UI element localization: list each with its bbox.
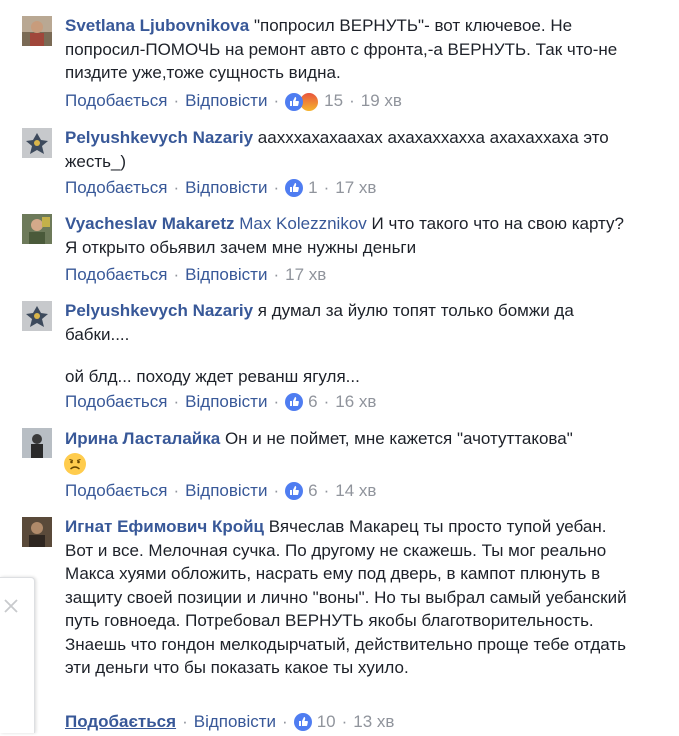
avatar[interactable] xyxy=(22,128,52,158)
reaction-count[interactable]: 15 xyxy=(324,91,343,111)
timestamp[interactable]: 14 хв xyxy=(335,481,376,501)
avatar[interactable] xyxy=(22,301,52,331)
side-panel xyxy=(0,577,35,733)
comment-text-continued: ой блд... походу ждет реванш ягуля... xyxy=(65,367,360,386)
comment-body: Ирина Ласталайка Он и не поймет, мне каж… xyxy=(65,427,625,451)
reply-button[interactable]: Відповісти xyxy=(185,265,267,285)
like-icon[interactable] xyxy=(285,393,304,411)
comment-author[interactable]: Svetlana Ljubovnikova xyxy=(65,16,249,35)
like-button[interactable]: Подобається xyxy=(65,265,168,285)
comment-actions: Подобається · Відповісти · 17 хв xyxy=(65,265,326,285)
like-button[interactable]: Подобається xyxy=(65,712,176,732)
separator: · xyxy=(273,392,280,411)
avatar[interactable] xyxy=(22,16,52,46)
separator: · xyxy=(273,481,280,500)
avatar[interactable] xyxy=(22,428,52,458)
comment-author[interactable]: Игнат Ефимович Кройц xyxy=(65,517,264,536)
avatar[interactable] xyxy=(22,214,52,244)
comment-actions: Подобається · Відповісти · 15 · 19 хв xyxy=(65,91,402,112)
reaction-count[interactable]: 6 xyxy=(308,392,317,412)
close-icon[interactable] xyxy=(3,596,19,618)
reaction-count[interactable]: 6 xyxy=(308,481,317,501)
separator: · xyxy=(323,178,330,197)
timestamp[interactable]: 13 хв xyxy=(353,712,394,732)
separator: · xyxy=(323,392,330,411)
reply-button[interactable]: Відповісти xyxy=(185,392,267,412)
separator: · xyxy=(273,178,280,197)
separator: · xyxy=(349,91,355,111)
separator: · xyxy=(173,265,180,284)
timestamp[interactable]: 16 хв xyxy=(335,392,376,412)
separator: · xyxy=(182,712,188,731)
comment-actions: Подобається · Відповісти · 1 · 17 хв xyxy=(65,178,376,198)
comment-body: Игнат Ефимович Кройц Вячеслав Макарец ты… xyxy=(65,515,635,680)
separator: · xyxy=(173,392,180,411)
comment-actions: Подобається · Відповісти · 6 · 14 хв xyxy=(65,481,376,501)
separator: · xyxy=(341,712,348,731)
reply-button[interactable]: Відповісти xyxy=(185,91,267,111)
like-icon[interactable] xyxy=(293,713,312,731)
reaction-count[interactable]: 10 xyxy=(317,712,336,732)
comment-actions: Подобається · Відповісти · 10 · 13 хв xyxy=(65,712,394,732)
separator: · xyxy=(173,91,180,111)
like-button[interactable]: Подобається xyxy=(65,91,168,111)
comment-author[interactable]: Ирина Ласталайка xyxy=(65,429,220,448)
like-button[interactable]: Подобається xyxy=(65,392,168,412)
reaction-count[interactable]: 1 xyxy=(308,178,317,198)
separator: · xyxy=(273,91,280,111)
comment-text: Он и не поймет, мне кажется "ачотуттаков… xyxy=(224,429,573,448)
separator: · xyxy=(173,481,180,500)
comment-body: Pelyushkevych Nazariy аахххахахаахах аха… xyxy=(65,126,625,173)
reply-button[interactable]: Відповісти xyxy=(194,712,276,732)
like-icon[interactable] xyxy=(285,482,304,500)
comment-author[interactable]: Pelyushkevych Nazariy xyxy=(65,128,253,147)
comment-body: Svetlana Ljubovnikova "попросил ВЕРНУТЬ"… xyxy=(65,14,625,85)
timestamp[interactable]: 17 хв xyxy=(285,265,326,285)
mention-link[interactable]: Max Kolezznikov xyxy=(239,214,367,233)
timestamp[interactable]: 17 хв xyxy=(335,178,376,198)
comment-author[interactable]: Pelyushkevych Nazariy xyxy=(65,301,253,320)
reply-button[interactable]: Відповісти xyxy=(185,481,267,501)
comment-text: Вячеслав Макарец ты просто тупой уебан. … xyxy=(65,517,627,677)
comment-actions: Подобається · Відповісти · 6 · 16 хв xyxy=(65,392,376,412)
comment-author[interactable]: Vyacheslav Makaretz xyxy=(65,214,234,233)
like-button[interactable]: Подобається xyxy=(65,481,168,501)
separator: · xyxy=(282,712,288,731)
avatar[interactable] xyxy=(22,517,52,547)
separator: · xyxy=(173,178,180,197)
separator: · xyxy=(273,265,280,284)
sad-face-icon xyxy=(64,453,86,475)
timestamp[interactable]: 19 хв xyxy=(361,91,402,111)
comment-body: Vyacheslav Makaretz Max Kolezznikov И чт… xyxy=(65,212,625,259)
like-icon[interactable] xyxy=(285,179,304,197)
reactions[interactable] xyxy=(285,91,320,112)
separator: · xyxy=(323,481,330,500)
like-icon xyxy=(285,92,304,111)
like-button[interactable]: Подобається xyxy=(65,178,168,198)
comment-body: Pelyushkevych Nazariy я думал за йулю то… xyxy=(65,299,625,346)
reply-button[interactable]: Відповісти xyxy=(185,178,267,198)
